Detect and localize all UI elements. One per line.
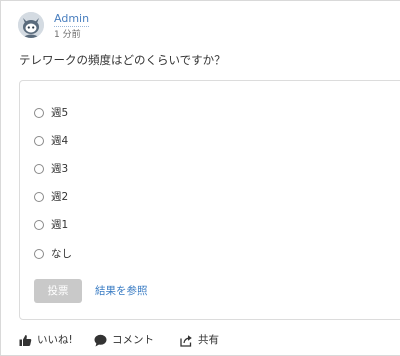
- robot-avatar-icon: [18, 12, 44, 38]
- poll-option[interactable]: 週5: [34, 105, 68, 121]
- radio-button[interactable]: [34, 136, 44, 146]
- poll-option[interactable]: なし: [34, 246, 72, 262]
- comment-label: コメント: [112, 334, 154, 346]
- poll-option-label: なし: [51, 248, 72, 260]
- like-button[interactable]: いいね!: [19, 332, 73, 348]
- poll-option[interactable]: 週3: [34, 161, 68, 177]
- poll-option[interactable]: 週1: [34, 217, 68, 233]
- share-label: 共有: [198, 334, 219, 346]
- vote-button[interactable]: 投票: [34, 279, 82, 303]
- post-timestamp: 1 分前: [54, 30, 81, 40]
- author-name[interactable]: Admin: [54, 12, 90, 27]
- share-arrow-icon: [180, 334, 192, 347]
- view-results-link[interactable]: 結果を参照: [95, 284, 148, 298]
- radio-button[interactable]: [34, 192, 44, 202]
- comment-button[interactable]: コメント: [94, 332, 154, 348]
- poll-option-label: 週2: [51, 191, 69, 203]
- share-button[interactable]: 共有: [180, 332, 219, 348]
- radio-button[interactable]: [34, 164, 44, 174]
- poll-option[interactable]: 週4: [34, 133, 68, 149]
- poll-option-label: 週1: [51, 219, 69, 231]
- avatar[interactable]: [18, 12, 44, 38]
- poll-card: 週5 週4 週3 週2 週1 なし 投票 結果を参照: [19, 80, 400, 320]
- radio-button[interactable]: [34, 108, 44, 118]
- radio-button[interactable]: [34, 249, 44, 259]
- speech-bubble-icon: [94, 334, 107, 346]
- thumbs-up-icon: [19, 334, 32, 346]
- like-label: いいね!: [37, 334, 73, 346]
- poll-option-label: 週3: [51, 163, 69, 175]
- post-card: Admin 1 分前 テレワークの頻度はどのくらいですか？ 週5 週4 週3 週…: [0, 0, 400, 356]
- poll-question: テレワークの頻度はどのくらいですか？: [19, 53, 226, 67]
- poll-option[interactable]: 週2: [34, 189, 68, 205]
- radio-button[interactable]: [34, 220, 44, 230]
- poll-option-label: 週5: [51, 107, 69, 119]
- poll-option-label: 週4: [51, 135, 69, 147]
